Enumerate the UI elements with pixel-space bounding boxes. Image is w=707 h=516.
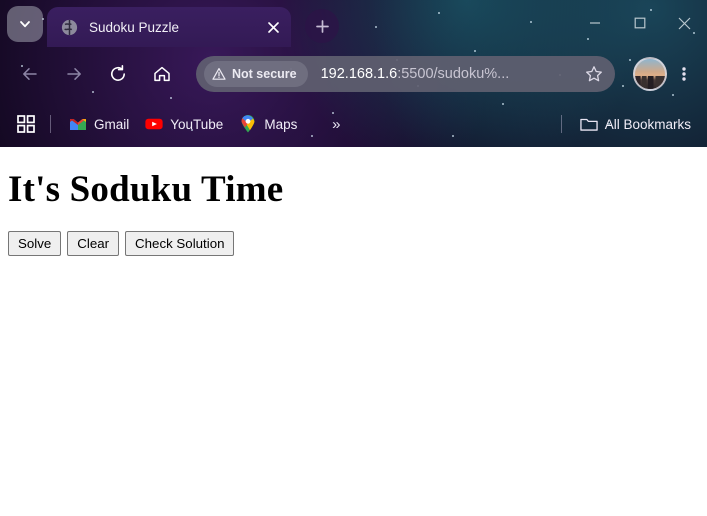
browser-window: Sudoku Puzzle Not secure 192.168.1.6:550… <box>0 0 707 516</box>
bookmarks-divider <box>50 115 51 133</box>
folder-icon <box>580 115 598 133</box>
google-maps-pin-icon <box>239 115 257 133</box>
three-dot-menu-icon <box>682 67 686 81</box>
bookmarks-overflow-button[interactable]: » <box>323 116 349 133</box>
solve-button[interactable]: Solve <box>8 231 62 256</box>
check-solution-button[interactable]: Check Solution <box>125 231 235 256</box>
tab-search-button[interactable] <box>7 6 43 42</box>
close-icon <box>678 17 691 29</box>
apps-shortcut-button[interactable] <box>12 110 40 138</box>
maximize-icon <box>634 17 645 29</box>
tab-sudoku-puzzle[interactable]: Sudoku Puzzle <box>47 7 291 47</box>
tab-close-button[interactable] <box>261 15 285 39</box>
all-bookmarks-label: All Bookmarks <box>604 116 691 132</box>
page-title: It's Soduku Time <box>8 169 284 210</box>
bookmark-maps[interactable]: Maps <box>231 110 305 138</box>
all-bookmarks-button[interactable]: All Bookmarks <box>572 110 699 138</box>
globe-icon <box>60 18 78 36</box>
security-status-chip[interactable]: Not secure <box>204 61 308 87</box>
reload-button[interactable] <box>100 56 136 92</box>
bookmark-gmail[interactable]: Gmail <box>61 110 137 138</box>
bookmark-youtube[interactable]: YouTube <box>137 110 231 138</box>
address-bar[interactable]: Not secure 192.168.1.6:5500/sudoku%... <box>196 56 615 92</box>
tab-strip: Sudoku Puzzle <box>0 0 707 47</box>
youtube-icon <box>145 115 163 133</box>
back-arrow-icon <box>23 68 37 80</box>
apps-grid-icon <box>17 115 35 133</box>
plus-icon <box>315 19 329 33</box>
forward-button[interactable] <box>56 56 92 92</box>
tab-title: Sudoku Puzzle <box>89 19 180 35</box>
url-path: :5500/sudoku%... <box>397 66 510 82</box>
warning-triangle-icon <box>212 68 226 80</box>
bookmark-label: YouTube <box>170 116 224 132</box>
bookmarks-bar: Gmail YouTube Maps » All Bookmarks <box>0 101 707 147</box>
star-outline-icon <box>586 66 602 82</box>
bookmark-label: Gmail <box>94 116 130 132</box>
browser-toolbar: Not secure 192.168.1.6:5500/sudoku%... <box>0 47 707 101</box>
clear-button[interactable]: Clear <box>67 231 120 256</box>
home-button[interactable] <box>144 56 180 92</box>
bookmarks-divider-right <box>560 115 562 133</box>
chrome-menu-button[interactable] <box>669 56 699 92</box>
back-button[interactable] <box>12 56 48 92</box>
window-controls <box>572 0 707 47</box>
security-status-label: Not secure <box>232 67 297 81</box>
reload-icon <box>111 65 125 81</box>
window-close-button[interactable] <box>662 8 707 38</box>
minimize-icon <box>589 22 600 24</box>
page-content: It's Soduku Time Solve Clear Check Solut… <box>0 147 707 516</box>
browser-chrome: Sudoku Puzzle Not secure 192.168.1.6:550… <box>0 0 707 147</box>
gmail-icon <box>69 115 87 133</box>
window-minimize-button[interactable] <box>572 8 617 38</box>
chevron-down-icon <box>20 21 30 28</box>
sudoku-controls: Solve Clear Check Solution <box>8 231 699 256</box>
url-host: 192.168.1.6 <box>320 66 398 82</box>
close-icon <box>267 21 279 33</box>
forward-arrow-icon <box>67 68 81 80</box>
new-tab-button[interactable] <box>305 9 339 43</box>
url-text[interactable]: 192.168.1.6:5500/sudoku%... <box>321 66 579 82</box>
bookmark-button[interactable] <box>579 59 609 89</box>
profile-avatar[interactable] <box>633 57 667 91</box>
avatar-skyline <box>635 75 665 89</box>
bookmark-label: Maps <box>264 116 298 132</box>
bookmarks-bar-right: All Bookmarks <box>551 110 699 138</box>
window-maximize-button[interactable] <box>617 8 662 38</box>
home-icon <box>154 66 170 82</box>
